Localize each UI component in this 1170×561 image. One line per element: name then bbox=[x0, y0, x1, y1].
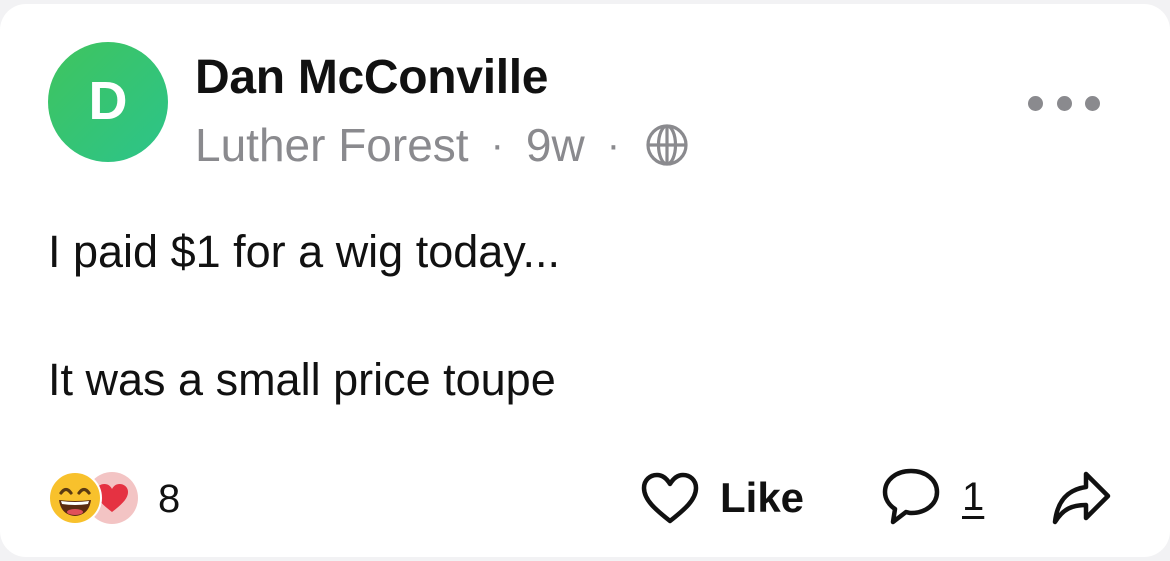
location-label[interactable]: Luther Forest bbox=[195, 118, 469, 172]
like-label: Like bbox=[720, 474, 805, 521]
comment-bubble-icon bbox=[882, 468, 940, 525]
post-card: D Dan McConville Luther Forest · 9w · I … bbox=[0, 4, 1170, 557]
author-name[interactable]: Dan McConville bbox=[195, 50, 549, 105]
laughing-emoji-icon bbox=[48, 471, 102, 525]
avatar-letter: D bbox=[88, 71, 128, 131]
share-button[interactable] bbox=[1050, 466, 1112, 528]
post-age: 9w bbox=[525, 119, 585, 171]
post-meta: Luther Forest · 9w · bbox=[195, 118, 690, 172]
more-dot bbox=[1056, 95, 1072, 111]
globe-icon bbox=[646, 124, 688, 166]
comment-button[interactable]: 1 bbox=[880, 466, 984, 528]
heart-outline-icon bbox=[641, 472, 699, 524]
post-text-line-2: It was a small price toupe bbox=[48, 354, 556, 405]
avatar[interactable]: D bbox=[48, 42, 168, 162]
share-icon bbox=[1052, 471, 1111, 525]
comment-count: 1 bbox=[962, 474, 985, 519]
reaction-icons bbox=[48, 471, 138, 527]
separator-dot: · bbox=[490, 122, 504, 167]
reaction-count: 8 bbox=[158, 476, 181, 521]
separator-dot: · bbox=[606, 122, 621, 167]
like-button[interactable]: Like bbox=[640, 468, 804, 528]
reactions-summary[interactable]: 8 bbox=[48, 471, 180, 527]
more-dot bbox=[1085, 95, 1100, 111]
post-text-line-1: I paid $1 for a wig today... bbox=[48, 226, 560, 277]
more-dot bbox=[1028, 95, 1043, 111]
more-options-icon[interactable] bbox=[1028, 90, 1100, 116]
